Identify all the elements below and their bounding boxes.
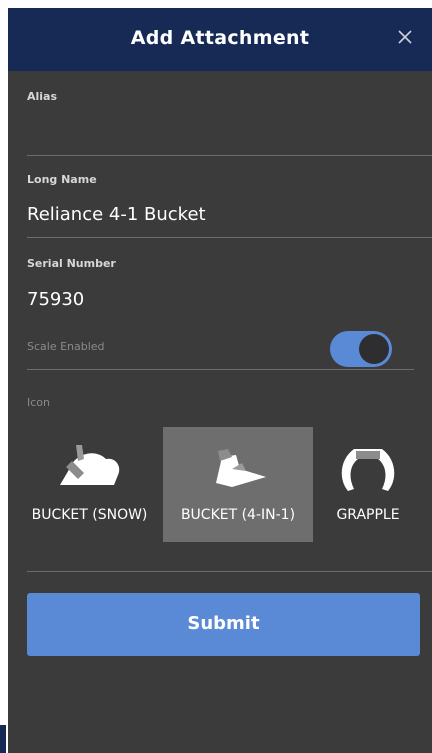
icon-option-label: GRAPPLE: [336, 507, 400, 523]
serial-number-input[interactable]: 75930: [27, 289, 84, 310]
long-name-label: Long Name: [27, 173, 97, 186]
page-title: Add Attachment: [130, 27, 310, 49]
corner-accent: [0, 725, 6, 753]
scale-enabled-label: Scale Enabled: [27, 340, 105, 353]
icon-option-bucket-4-in-1[interactable]: BUCKET (4-IN-1): [163, 427, 313, 542]
submit-label: Submit: [187, 613, 260, 634]
serial-number-label: Serial Number: [27, 257, 116, 270]
alias-underline: [27, 155, 432, 156]
add-attachment-screen: Add Attachment Alias Long Name Reliance …: [8, 8, 432, 753]
icon-section-label: Icon: [27, 396, 50, 409]
grapple-icon: [341, 449, 395, 491]
icon-option-bucket-snow[interactable]: BUCKET (SNOW): [27, 427, 152, 542]
long-name-input[interactable]: Reliance 4-1 Bucket: [27, 204, 206, 225]
icon-option-label: BUCKET (4-IN-1): [180, 507, 296, 523]
submit-button[interactable]: Submit: [27, 593, 420, 656]
header-bar: Add Attachment: [8, 8, 432, 71]
long-name-underline: [27, 237, 432, 238]
close-icon[interactable]: [398, 30, 412, 44]
icon-option-grapple[interactable]: GRAPPLE: [318, 427, 418, 542]
four-in-one-bucket-icon: [216, 449, 266, 487]
icon-option-label: BUCKET (SNOW): [31, 507, 148, 523]
alias-label: Alias: [27, 90, 58, 103]
toggle-knob: [359, 334, 389, 364]
snow-bucket-icon: [59, 445, 119, 485]
scale-enabled-toggle[interactable]: [330, 331, 392, 367]
icon-section-divider: [27, 571, 432, 572]
scale-divider: [27, 369, 414, 370]
